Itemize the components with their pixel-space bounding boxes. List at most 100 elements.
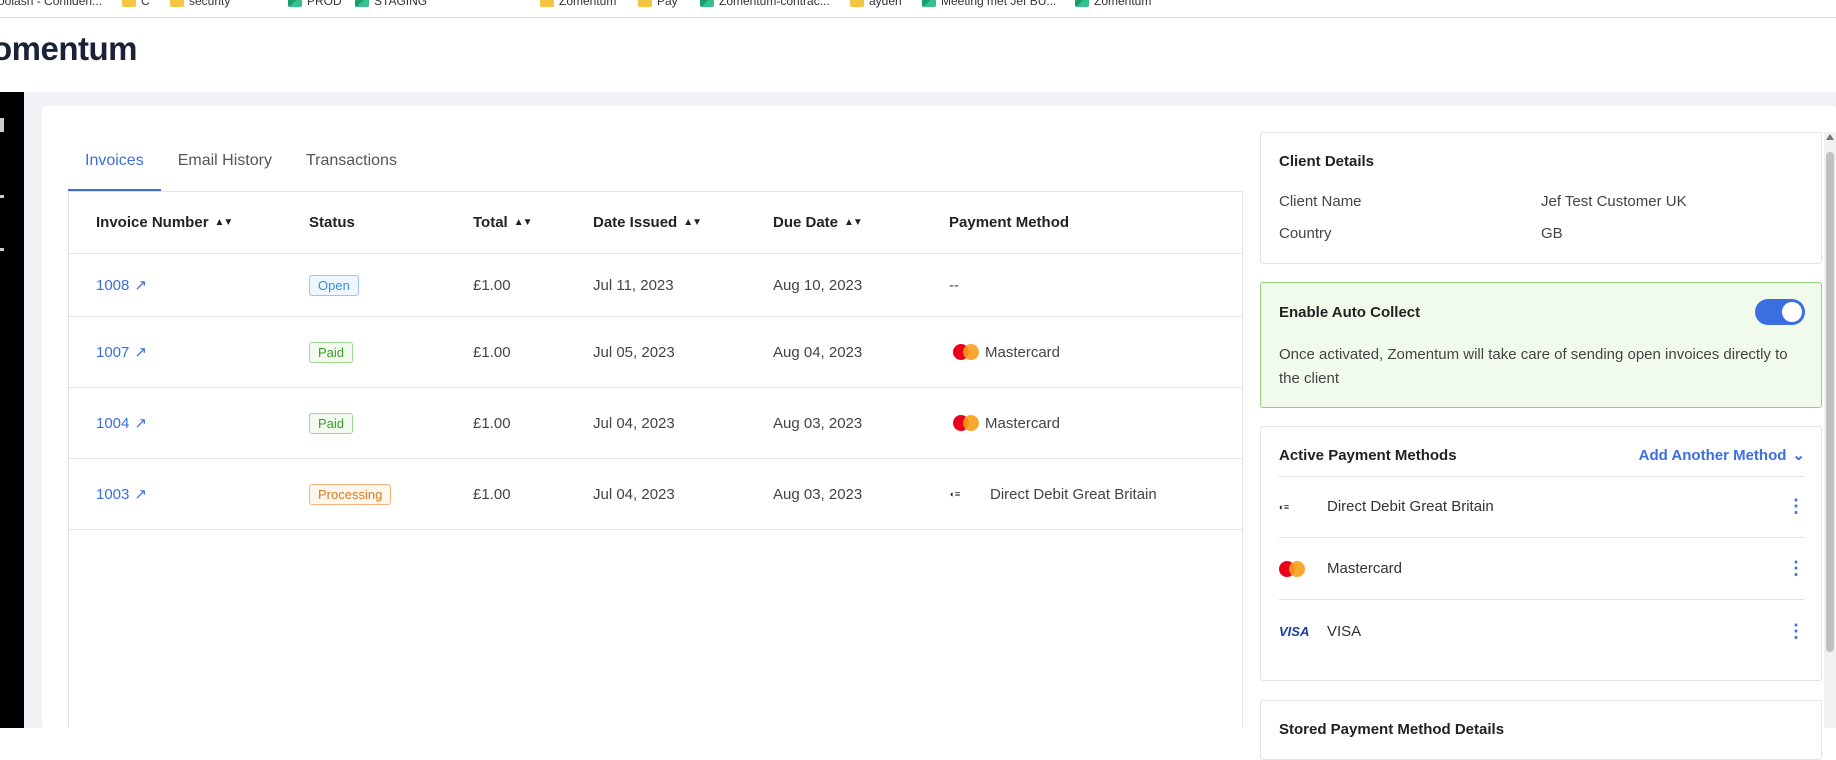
sidebar-icon[interactable]: [0, 195, 4, 198]
more-options-icon[interactable]: ⋮: [1787, 621, 1805, 642]
invoice-number-cell[interactable]: 1003 ↗: [96, 485, 147, 504]
external-link-icon: ↗: [134, 415, 147, 432]
folder-icon: [122, 0, 136, 7]
sort-icon[interactable]: ▲▼: [683, 217, 702, 228]
payment-method-label: Direct Debit Great Britain: [990, 485, 1157, 503]
bookmark-label: PROD: [307, 0, 342, 8]
total-cell: £1.00: [473, 343, 511, 361]
table-row: 1003 ↗ Processing £1.00 Jul 04, 2023 Aug …: [69, 459, 1242, 530]
date-issued-cell: Jul 11, 2023: [593, 276, 674, 294]
date-issued-cell: Jul 04, 2023: [593, 414, 675, 432]
bookmark-item[interactable]: Pay: [638, 0, 678, 8]
zomentum-icon: [355, 0, 369, 7]
tab-invoices[interactable]: Invoices: [68, 143, 161, 191]
bookmark-label: Zomentum: [559, 0, 617, 8]
payment-method-label: Mastercard: [985, 414, 1061, 432]
payment-method-cell: Mastercard: [953, 415, 1060, 432]
column-label: Invoice Number: [96, 214, 209, 231]
invoice-number-cell[interactable]: 1008 ↗: [96, 276, 147, 295]
bookmark-label: Pay: [657, 0, 678, 8]
invoice-link[interactable]: 1007 ↗: [96, 343, 147, 362]
client-details-title: Client Details: [1279, 153, 1375, 170]
sidebar-icon[interactable]: [0, 248, 4, 251]
invoice-table: Invoice Number ▲▼ Status Total ▲▼ Date Iss…: [68, 191, 1243, 728]
more-options-icon[interactable]: ⋮: [1787, 558, 1805, 579]
bookmark-item[interactable]: C: [122, 0, 150, 8]
bookmark-item[interactable]: Zomentum: [540, 0, 616, 8]
bookmark-label: Meeting met Jef BU...: [941, 0, 1057, 8]
visa-icon: VISA: [1279, 623, 1310, 639]
zomentum-icon: [288, 0, 302, 7]
column-date-issued[interactable]: Date Issued ▲▼: [593, 214, 702, 231]
table-row: 1004 ↗ Paid £1.00 Jul 04, 2023 Aug 03, 20…: [69, 388, 1242, 459]
bookmark-item[interactable]: Zomentum: [1075, 0, 1151, 8]
bookmark-item[interactable]: ayden: [850, 0, 902, 8]
invoice-number-cell[interactable]: 1004 ↗: [96, 414, 147, 433]
invoice-number: 1008: [96, 276, 130, 294]
left-sidebar: [0, 92, 24, 728]
column-due-date[interactable]: Due Date ▲▼: [773, 214, 863, 231]
column-label: Total: [473, 214, 508, 231]
status-badge: Processing: [309, 483, 392, 505]
bookmark-item[interactable]: oolash - Confiden...: [0, 0, 102, 8]
invoice-number: 1003: [96, 485, 130, 503]
invoice-number: 1004: [96, 414, 130, 432]
client-name-label: Client Name: [1279, 193, 1362, 210]
tab-email-history[interactable]: Email History: [161, 143, 289, 191]
table-row: 1008 ↗ Open £1.00 Jul 11, 2023 Aug 10, 20…: [69, 254, 1242, 317]
sort-icon[interactable]: ▲▼: [844, 217, 863, 228]
direct-debit-icon: ◐≡: [950, 489, 960, 499]
scrollbar-thumb[interactable]: [1826, 152, 1834, 652]
scroll-up-icon[interactable]: [1826, 134, 1834, 140]
column-invoice-number[interactable]: Invoice Number ▲▼: [96, 214, 234, 231]
column-payment-method: Payment Method: [949, 214, 1069, 231]
tab-transactions[interactable]: Transactions: [289, 143, 414, 191]
country-label: Country: [1279, 225, 1332, 242]
payment-method-item: VISA VISA ⋮: [1279, 600, 1805, 662]
due-date-cell: Aug 03, 2023: [773, 485, 863, 503]
bookmark-label: Zomentum-contrac...: [719, 0, 830, 8]
payment-method-label: Direct Debit Great Britain: [1327, 498, 1494, 515]
auto-collect-toggle[interactable]: [1755, 299, 1805, 325]
folder-icon: [540, 0, 554, 7]
date-issued-cell: Jul 04, 2023: [593, 485, 675, 503]
payment-method-label: Mastercard: [985, 343, 1061, 361]
payment-method-cell: Mastercard: [953, 344, 1060, 361]
add-method-button[interactable]: Add Another Method ⌄: [1639, 446, 1805, 465]
due-date-cell: Aug 04, 2023: [773, 343, 863, 361]
sidebar-icon[interactable]: [0, 118, 4, 132]
payment-method-item: Mastercard ⋮: [1279, 538, 1805, 600]
zomentum-icon: [922, 0, 936, 7]
more-options-icon[interactable]: ⋮: [1787, 496, 1805, 517]
folder-icon: [170, 0, 184, 7]
zomentum-icon: [1075, 0, 1089, 7]
bookmark-item[interactable]: STAGING: [355, 0, 427, 8]
payment-method-cell: ◐≡ Direct Debit Great Britain: [950, 486, 1157, 503]
sort-icon[interactable]: ▲▼: [215, 217, 234, 228]
status-badge: Open: [309, 274, 359, 296]
bookmark-label: STAGING: [374, 0, 428, 8]
external-link-icon: ↗: [134, 277, 147, 294]
invoice-link[interactable]: 1004 ↗: [96, 414, 147, 433]
column-label: Status: [309, 214, 355, 231]
logo-text: omentum: [0, 30, 138, 67]
column-status: Status: [309, 214, 355, 231]
folder-icon: [850, 0, 864, 7]
payment-methods-title: Active Payment Methods: [1279, 447, 1457, 464]
column-label: Due Date: [773, 214, 839, 231]
bookmark-item[interactable]: Meeting met Jef BU...: [922, 0, 1056, 8]
bookmark-item[interactable]: Zomentum-contrac...: [700, 0, 830, 8]
column-total[interactable]: Total ▲▼: [473, 214, 533, 231]
column-label: Payment Method: [949, 214, 1070, 231]
mastercard-icon: [953, 344, 979, 360]
bookmark-item[interactable]: PROD: [288, 0, 342, 8]
zomentum-logo[interactable]: omentum: [0, 30, 138, 68]
invoice-link[interactable]: 1008 ↗: [96, 276, 147, 295]
zomentum-icon: [700, 0, 714, 7]
scrollbar[interactable]: [1824, 132, 1836, 728]
invoice-link[interactable]: 1003 ↗: [96, 485, 147, 504]
client-name-value: Jef Test Customer UK: [1541, 193, 1687, 210]
invoice-number-cell[interactable]: 1007 ↗: [96, 343, 147, 362]
bookmark-item[interactable]: security: [170, 0, 230, 8]
sort-icon[interactable]: ▲▼: [514, 217, 533, 228]
